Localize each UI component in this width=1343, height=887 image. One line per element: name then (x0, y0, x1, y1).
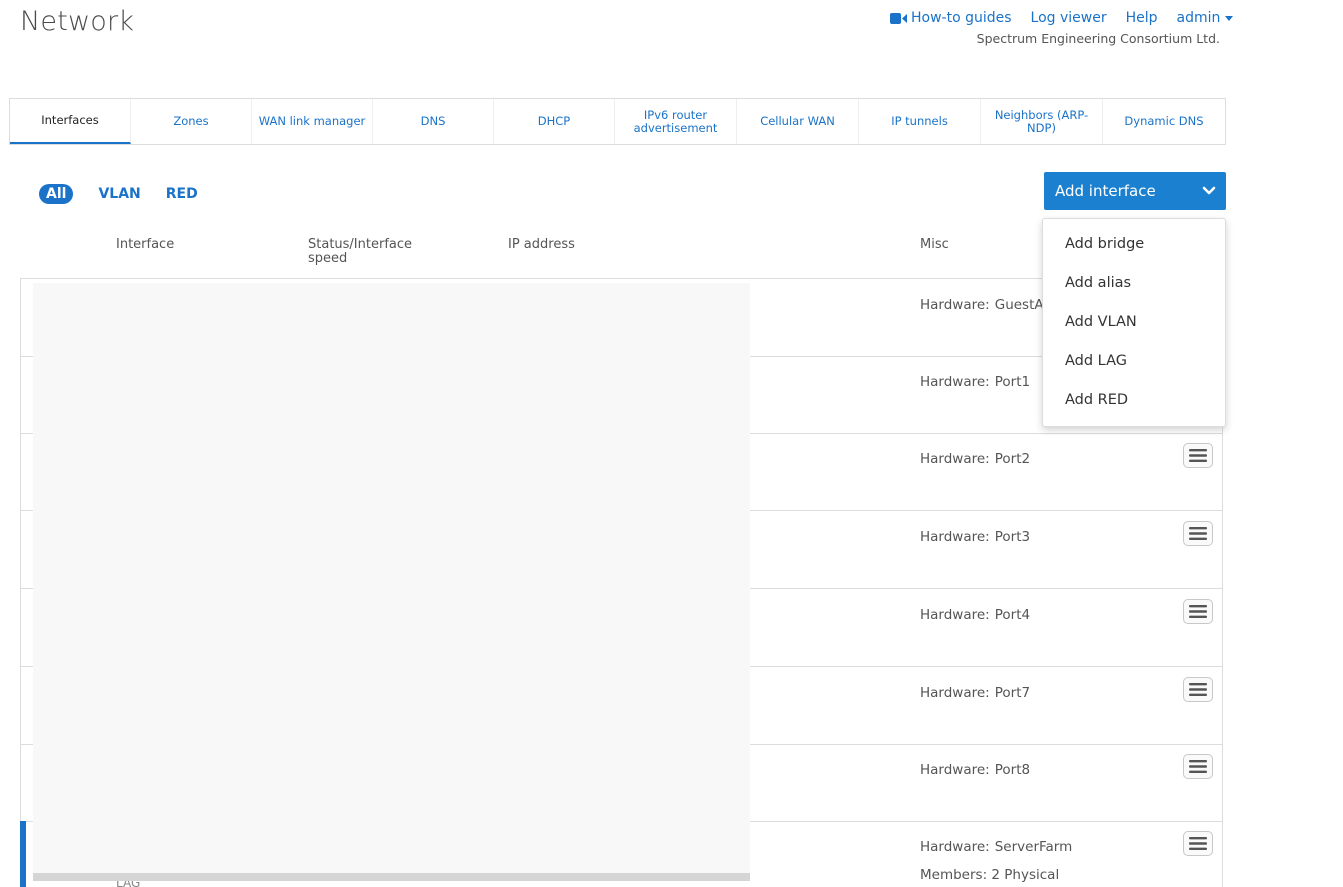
network-tabs: Interfaces Zones WAN link manager DNS DH… (9, 98, 1226, 145)
how-to-guides-link[interactable]: How-to guides (890, 10, 1012, 26)
masked-region (33, 283, 750, 881)
hamburger-menu-icon (1189, 837, 1207, 850)
hardware-cell: Hardware: Port1 (920, 374, 1031, 390)
hardware-cell: Hardware: Port2 (920, 451, 1031, 467)
hamburger-menu-icon (1189, 527, 1207, 540)
tab-dns[interactable]: DNS (373, 99, 494, 144)
filter-all[interactable]: All (39, 184, 74, 204)
horizontal-scrollbar[interactable] (33, 873, 750, 881)
page-title: Network (20, 6, 135, 37)
tab-zones[interactable]: Zones (131, 99, 252, 144)
hardware-cell: Hardware: ServerFarm (920, 839, 1073, 855)
add-red-item[interactable]: Add RED (1043, 381, 1225, 420)
help-link[interactable]: Help (1126, 10, 1158, 26)
filter-red[interactable]: RED (166, 186, 198, 202)
column-header-status: Status/Interface speed (308, 237, 413, 266)
blank-banner (184, 25, 903, 99)
row-menu-button[interactable] (1183, 754, 1213, 779)
selected-row-indicator (20, 821, 26, 887)
video-camera-icon (890, 12, 907, 24)
column-header-interface: Interface (116, 237, 175, 252)
row-menu-button[interactable] (1183, 677, 1213, 702)
hamburger-menu-icon (1189, 683, 1207, 696)
filter-vlan[interactable]: VLAN (98, 186, 140, 202)
add-interface-menu: Add bridge Add alias Add VLAN Add LAG Ad… (1042, 218, 1226, 427)
hamburger-menu-icon (1189, 605, 1207, 618)
tab-dynamic-dns[interactable]: Dynamic DNS (1103, 99, 1225, 144)
row-menu-button[interactable] (1183, 831, 1213, 856)
log-viewer-link[interactable]: Log viewer (1031, 10, 1107, 26)
hardware-cell: Hardware: Port8 (920, 762, 1031, 778)
user-menu[interactable]: admin (1177, 10, 1234, 26)
column-header-ip: IP address (508, 237, 575, 252)
tab-ip-tunnels[interactable]: IP tunnels (859, 99, 981, 144)
members-cell: Members: 2 Physical (920, 867, 1060, 883)
chevron-down-icon (1202, 186, 1216, 195)
add-interface-label: Add interface (1055, 182, 1156, 200)
filter-pills: All VLAN RED (39, 184, 223, 204)
hardware-cell: Hardware: Port7 (920, 685, 1031, 701)
tab-ipv6-router-advertisement[interactable]: IPv6 router advertisement (615, 99, 737, 144)
add-lag-item[interactable]: Add LAG (1043, 342, 1225, 381)
tab-neighbors[interactable]: Neighbors (ARP-NDP) (981, 99, 1103, 144)
caret-down-icon (1225, 15, 1234, 21)
tab-wan-link-manager[interactable]: WAN link manager (252, 99, 373, 144)
hardware-cell: Hardware: GuestA (920, 297, 1044, 313)
add-interface-button[interactable]: Add interface (1044, 172, 1226, 210)
column-header-misc: Misc (920, 237, 949, 252)
row-menu-button[interactable] (1183, 521, 1213, 546)
user-name: admin (1176, 10, 1221, 26)
how-to-guides-label: How-to guides (911, 10, 1012, 26)
row-menu-button[interactable] (1183, 599, 1213, 624)
hamburger-menu-icon (1189, 760, 1207, 773)
tab-dhcp[interactable]: DHCP (494, 99, 615, 144)
tab-interfaces[interactable]: Interfaces (10, 99, 131, 144)
top-nav: How-to guides Log viewer Help admin (890, 10, 1234, 26)
hardware-cell: Hardware: Port3 (920, 529, 1031, 545)
add-alias-item[interactable]: Add alias (1043, 263, 1225, 302)
company-name: Spectrum Engineering Consortium Ltd. (976, 31, 1220, 46)
add-vlan-item[interactable]: Add VLAN (1043, 302, 1225, 341)
hamburger-menu-icon (1189, 449, 1207, 462)
row-menu-button[interactable] (1183, 443, 1213, 468)
add-bridge-item[interactable]: Add bridge (1043, 224, 1225, 263)
tab-cellular-wan[interactable]: Cellular WAN (737, 99, 859, 144)
hardware-cell: Hardware: Port4 (920, 607, 1031, 623)
